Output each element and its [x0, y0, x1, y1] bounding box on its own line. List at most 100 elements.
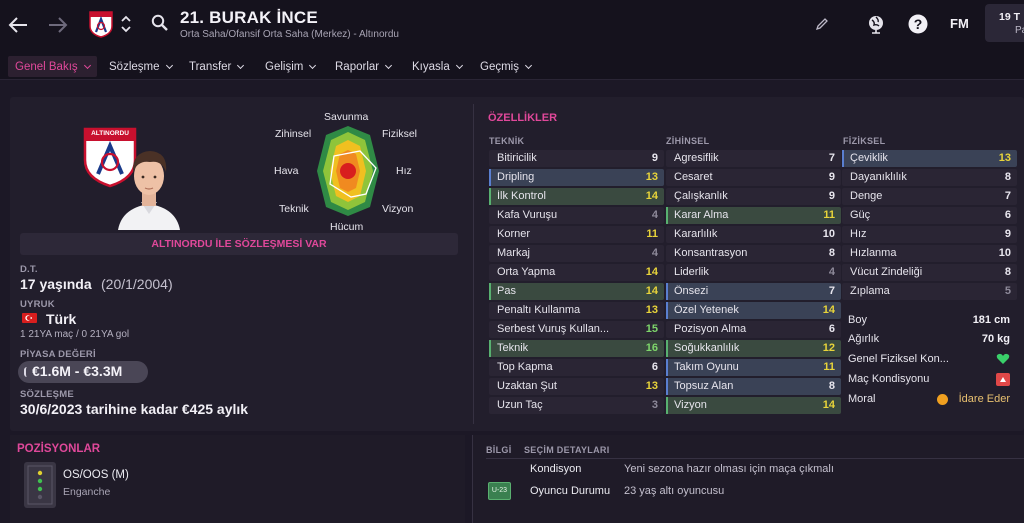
- attribute-row[interactable]: Dripling 13: [489, 169, 664, 186]
- attribute-value: 8: [828, 247, 835, 259]
- tab-label: Genel Bakış: [15, 60, 78, 73]
- continue-date-button[interactable]: 19 T Pa: [985, 4, 1024, 42]
- attribute-row[interactable]: Penaltı Kullanma 13: [489, 302, 664, 319]
- attribute-row[interactable]: Agresiflik 7: [666, 150, 841, 167]
- attribute-value: 7: [828, 152, 835, 164]
- attribute-row[interactable]: Özel Yetenek 14: [666, 302, 841, 319]
- tab-gelisim[interactable]: Gelişim: [258, 56, 322, 77]
- attribute-row[interactable]: Vizyon 14: [666, 397, 841, 414]
- attribute-row[interactable]: Önsezi 7: [666, 283, 841, 300]
- contract-label: SÖZLEŞME: [20, 389, 74, 400]
- attribute-row[interactable]: Hızlanma 10: [842, 245, 1017, 262]
- attribute-row[interactable]: Orta Yapma 14: [489, 264, 664, 281]
- attribute-value: 14: [645, 285, 658, 297]
- attribute-row[interactable]: Serbest Vuruş Kullan... 15: [489, 321, 664, 338]
- tab-label: Kıyasla: [412, 60, 450, 73]
- tab-raporlar[interactable]: Raporlar: [328, 56, 398, 77]
- edit-pencil-icon[interactable]: [812, 14, 832, 34]
- attribute-row[interactable]: Pozisyon Alma 6: [666, 321, 841, 338]
- attribute-name: Vücut Zindeliği: [850, 266, 923, 278]
- attribute-row[interactable]: Topsuz Alan 8: [666, 378, 841, 395]
- attribute-name: Hızlanma: [850, 247, 897, 259]
- attribute-row[interactable]: Konsantrasyon 8: [666, 245, 841, 262]
- attribute-row[interactable]: Cesaret 9: [666, 169, 841, 186]
- attribute-row[interactable]: Güç 6: [842, 207, 1017, 224]
- radar-label-teknik: Teknik: [279, 203, 309, 215]
- fitness-label: Genel Fiziksel Kon...: [848, 353, 949, 365]
- globe-icon[interactable]: [864, 12, 888, 36]
- chevron-down-icon: [455, 61, 463, 69]
- chevron-down-icon: [385, 61, 393, 69]
- attribute-row[interactable]: Pas 14: [489, 283, 664, 300]
- tab-genel-bakis[interactable]: Genel Bakış: [8, 56, 97, 77]
- contract-status-banner: ALTINORDU İLE SÖZLEŞMESİ VAR: [20, 233, 458, 255]
- attribute-row[interactable]: Kararlılık 10: [666, 226, 841, 243]
- dob-value: (20/1/2004): [101, 276, 173, 292]
- attribute-row[interactable]: Karar Alma 11: [666, 207, 841, 224]
- attribute-name: Bitiricilik: [497, 152, 537, 164]
- player-subtitle: Orta Saha/Ofansif Orta Saha (Merkez) - A…: [180, 29, 399, 40]
- sub-navigation: Genel Bakış Sözleşme Transfer Gelişim Ra…: [0, 50, 1024, 80]
- forward-arrow-icon[interactable]: [46, 13, 70, 37]
- attribute-row[interactable]: Zıplama 5: [842, 283, 1017, 300]
- help-icon[interactable]: ?: [906, 12, 930, 36]
- attribute-value: 6: [651, 361, 658, 373]
- turkey-flag-icon: [22, 313, 37, 323]
- player-photo: [114, 142, 184, 230]
- market-value-pill[interactable]: €1.6M - €3.3M: [18, 361, 148, 383]
- player-switch-icon[interactable]: [119, 11, 133, 37]
- attribute-row[interactable]: İlk Kontrol 14: [489, 188, 664, 205]
- back-arrow-icon[interactable]: [6, 13, 30, 37]
- radar-label-hiz: Hız: [396, 165, 412, 177]
- attribute-row[interactable]: Uzun Taç 3: [489, 397, 664, 414]
- attribute-row[interactable]: Denge 7: [842, 188, 1017, 205]
- attribute-name: Denge: [850, 190, 883, 202]
- player-status-value: 23 yaş altı oyuncusu: [624, 485, 725, 497]
- attribute-name: Önsezi: [674, 285, 709, 297]
- attribute-row[interactable]: Çalışkanlık 9: [666, 188, 841, 205]
- attribute-value: 16: [645, 342, 658, 354]
- attribute-name: Takım Oyunu: [674, 361, 739, 373]
- contract-value: 30/6/2023 tarihine kadar €425 aylık: [20, 401, 249, 417]
- pitch-icon: [24, 462, 56, 508]
- search-icon[interactable]: [149, 12, 171, 34]
- attribute-name: Topsuz Alan: [674, 380, 734, 392]
- attribute-row[interactable]: Soğukkanlılık 12: [666, 340, 841, 357]
- chevron-down-icon: [165, 61, 173, 69]
- attribute-row[interactable]: Çeviklik 13: [842, 150, 1017, 167]
- heart-icon: [996, 353, 1010, 368]
- nationality-value[interactable]: Türk: [46, 311, 76, 327]
- tab-transfer[interactable]: Transfer: [182, 56, 250, 77]
- attribute-row[interactable]: Uzaktan Şut 13: [489, 378, 664, 395]
- attribute-value: 6: [1004, 209, 1011, 221]
- attribute-row[interactable]: Dayanıklılık 8: [842, 169, 1017, 186]
- attribute-row[interactable]: Bitiricilik 9: [489, 150, 664, 167]
- attribute-row[interactable]: Vücut Zindeliği 8: [842, 264, 1017, 281]
- attribute-row[interactable]: Takım Oyunu 11: [666, 359, 841, 376]
- attribute-row[interactable]: Korner 11: [489, 226, 664, 243]
- attribute-row[interactable]: Teknik 16: [489, 340, 664, 357]
- radar-label-savunma: Savunma: [324, 111, 369, 123]
- attribute-row[interactable]: Hız 9: [842, 226, 1017, 243]
- tab-sozlesme[interactable]: Sözleşme: [102, 56, 179, 77]
- attribute-name: Çeviklik: [850, 152, 888, 164]
- attribute-row[interactable]: Liderlik 4: [666, 264, 841, 281]
- tab-gecmis[interactable]: Geçmiş: [473, 56, 538, 77]
- attribute-row[interactable]: Kafa Vuruşu 4: [489, 207, 664, 224]
- attribute-row[interactable]: Markaj 4: [489, 245, 664, 262]
- attribute-value: 7: [1004, 190, 1011, 202]
- attribute-value: 14: [822, 304, 835, 316]
- technical-header: TEKNİK: [489, 136, 525, 146]
- attribute-row[interactable]: Top Kapma 6: [489, 359, 664, 376]
- tab-kiyasla[interactable]: Kıyasla: [405, 56, 469, 77]
- selection-details-header: SEÇİM DETAYLARI: [524, 445, 610, 455]
- fm-menu-button[interactable]: FM: [950, 16, 969, 31]
- attribute-value: 6: [828, 323, 835, 335]
- attribute-name: Orta Yapma: [497, 266, 556, 278]
- player-status-label: Oyuncu Durumu: [530, 485, 611, 497]
- player-title: 21. BURAK İNCE: [180, 8, 318, 27]
- condition-label: Kondisyon: [530, 463, 582, 475]
- club-crest-icon[interactable]: [87, 9, 115, 39]
- club-badge-text: ALTINORDU: [91, 130, 129, 137]
- attribute-value: 14: [645, 190, 658, 202]
